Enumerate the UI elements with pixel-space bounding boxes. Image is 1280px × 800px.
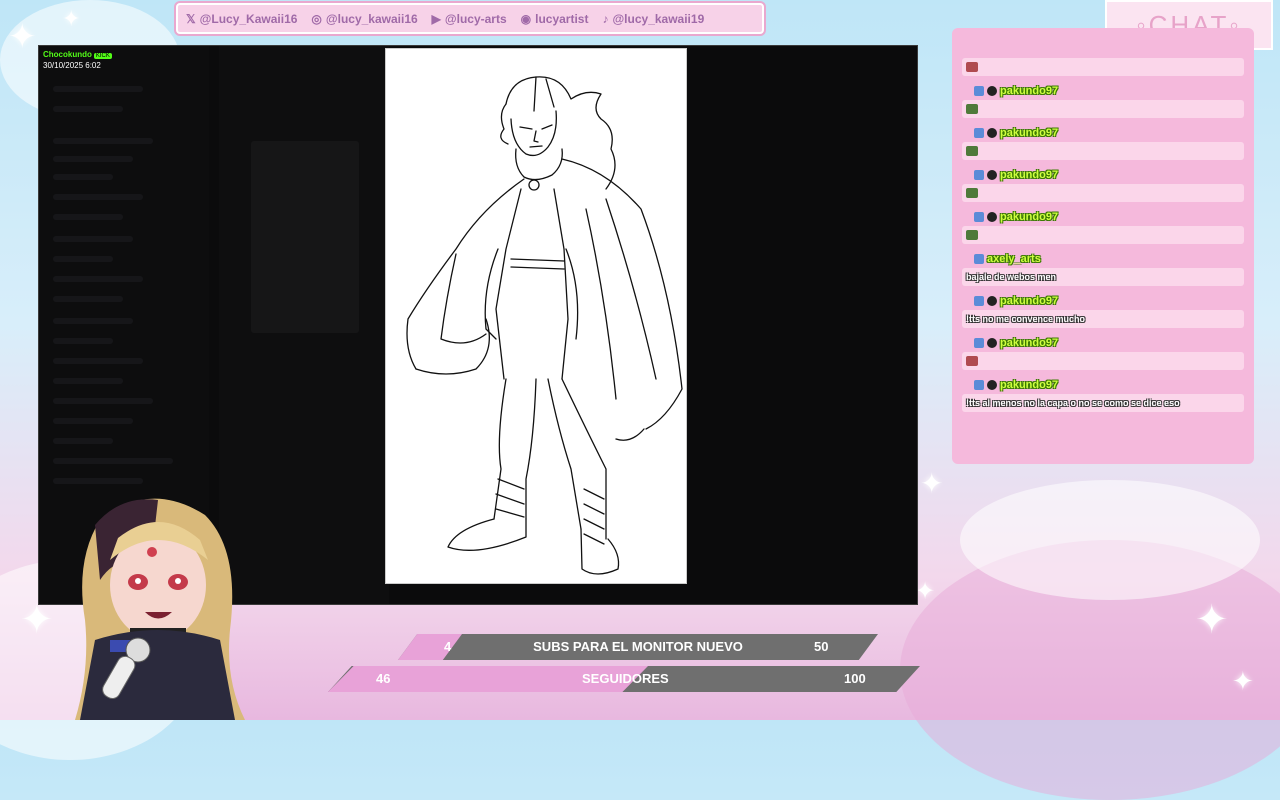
chat-username[interactable]: pakundo97 (1000, 295, 1058, 307)
social-link-discord[interactable]: ◉ lucyartist (521, 12, 589, 26)
badge-icon (974, 86, 984, 96)
goal-label: SUBS PARA EL MONITOR NUEVO (533, 639, 743, 654)
chat-message: pakundo97 (962, 168, 1244, 202)
chat-message-header: pakundo97 (962, 168, 1244, 182)
chat-username[interactable]: axely_arts (987, 253, 1041, 265)
chat-username[interactable]: pakundo97 (1000, 169, 1058, 181)
sparkle-icon: ✦ (1232, 666, 1254, 696)
streamer-name: Chocokundo (43, 50, 92, 59)
social-link-youtube[interactable]: ▶ @lucy-arts (432, 12, 507, 26)
chat-panel: pakundo97 pakundo97 pakundo97 pakundo97 … (952, 28, 1254, 464)
badge-icon (974, 296, 984, 306)
social-link-x[interactable]: 𝕏 @Lucy_Kawaii16 (186, 12, 297, 26)
discord-icon: ◉ (520, 11, 532, 26)
badge-icon (987, 212, 997, 222)
chat-message-header: pakundo97 (962, 336, 1244, 350)
chat-message-body (962, 142, 1244, 160)
badge-icon (974, 170, 984, 180)
badge-icon (987, 170, 997, 180)
chat-message-list: pakundo97 pakundo97 pakundo97 pakundo97 … (962, 56, 1244, 420)
badge-icon (974, 128, 984, 138)
goal-target: 50 (814, 639, 829, 654)
chat-username[interactable]: pakundo97 (1000, 337, 1058, 349)
chat-message: pakundo97 !tts no me convence mucho (962, 294, 1244, 328)
instagram-icon: ◎ (311, 11, 322, 26)
kick-badge: KICK (93, 53, 112, 59)
emote-icon (966, 62, 978, 72)
social-handle: @Lucy_Kawaii16 (199, 11, 298, 26)
badge-icon (987, 86, 997, 96)
chat-message-header: pakundo97 (962, 84, 1244, 98)
badge-icon (987, 128, 997, 138)
tiktok-icon: ♪ (602, 11, 609, 26)
background-cloud (960, 480, 1260, 600)
avatar-illustration (75, 498, 245, 720)
badge-icon (987, 380, 997, 390)
chat-message: pakundo97 (962, 210, 1244, 244)
chat-message-body: !tts no me convence mucho (962, 310, 1244, 328)
badge-icon (974, 212, 984, 222)
badge-icon (974, 254, 984, 264)
social-handle: @lucy_kawaii19 (612, 11, 705, 26)
chat-message: pakundo97 (962, 84, 1244, 118)
social-link-instagram[interactable]: ◎ @lucy_kawaii16 (311, 12, 417, 26)
emote-icon (966, 356, 978, 366)
chat-username[interactable]: pakundo97 (1000, 379, 1058, 391)
chat-message-body (962, 100, 1244, 118)
chat-message-header: pakundo97 (962, 210, 1244, 224)
x-icon: 𝕏 (186, 11, 196, 26)
social-handle: @lucy_kawaii16 (325, 11, 418, 26)
chat-message: axely_arts bajale de webos men (962, 252, 1244, 286)
chat-message: pakundo97 (962, 336, 1244, 370)
youtube-icon: ▶ (431, 11, 441, 26)
drawing-canvas[interactable] (385, 48, 687, 584)
goal-label: SEGUIDORES (582, 671, 669, 686)
chat-message-body (962, 184, 1244, 202)
goal-bar-subs: 4 SUBS PARA EL MONITOR NUEVO 50 (398, 634, 878, 660)
goal-target: 100 (844, 671, 866, 686)
chat-message-header: axely_arts (962, 252, 1244, 266)
social-link-tiktok[interactable]: ♪ @lucy_kawaii19 (602, 12, 704, 26)
chat-message: pakundo97 !tts al menos no la capa o no … (962, 378, 1244, 412)
goal-current: 46 (376, 671, 391, 686)
chat-message: pakundo97 (962, 126, 1244, 160)
chat-message-body (962, 58, 1244, 76)
emote-icon (966, 230, 978, 240)
badge-icon (987, 338, 997, 348)
sparkle-icon: ✦ (915, 578, 936, 605)
chat-message-body: !tts al menos no la capa o no se como se… (962, 394, 1244, 412)
goal-bar-followers: 46 SEGUIDORES 100 (328, 666, 920, 692)
chat-message-body (962, 226, 1244, 244)
social-handle: @lucy-arts (444, 11, 507, 26)
badge-icon (987, 296, 997, 306)
streamer-tag: Chocokundo KICK 30/10/2025 6:02 (43, 50, 112, 71)
chat-message-header: pakundo97 (962, 378, 1244, 392)
sparkle-icon: ✦ (8, 18, 37, 56)
attached-image-thumbnail (251, 141, 359, 333)
social-handle: lucyartist (535, 11, 589, 26)
social-links-bar: 𝕏 @Lucy_Kawaii16 ◎ @lucy_kawaii16 ▶ @luc… (176, 3, 764, 34)
chat-username[interactable]: pakundo97 (1000, 127, 1058, 139)
sparkle-icon: ✦ (62, 6, 81, 31)
character-sketch (406, 76, 683, 575)
date-stamp: 30/10/2025 6:02 (43, 61, 101, 70)
chat-message-header: pakundo97 (962, 294, 1244, 308)
sparkle-icon: ✦ (920, 468, 944, 499)
sparkle-icon: ✦ (1195, 598, 1229, 642)
emote-icon (966, 188, 978, 198)
emote-icon (966, 104, 978, 114)
chat-message-body (962, 352, 1244, 370)
chat-username[interactable]: pakundo97 (1000, 211, 1058, 223)
chat-message (962, 58, 1244, 76)
chat-message-header: pakundo97 (962, 126, 1244, 140)
vtuber-avatar (40, 490, 275, 720)
emote-icon (966, 146, 978, 156)
badge-icon (974, 380, 984, 390)
chat-message-body: bajale de webos men (962, 268, 1244, 286)
chat-username[interactable]: pakundo97 (1000, 85, 1058, 97)
badge-icon (974, 338, 984, 348)
